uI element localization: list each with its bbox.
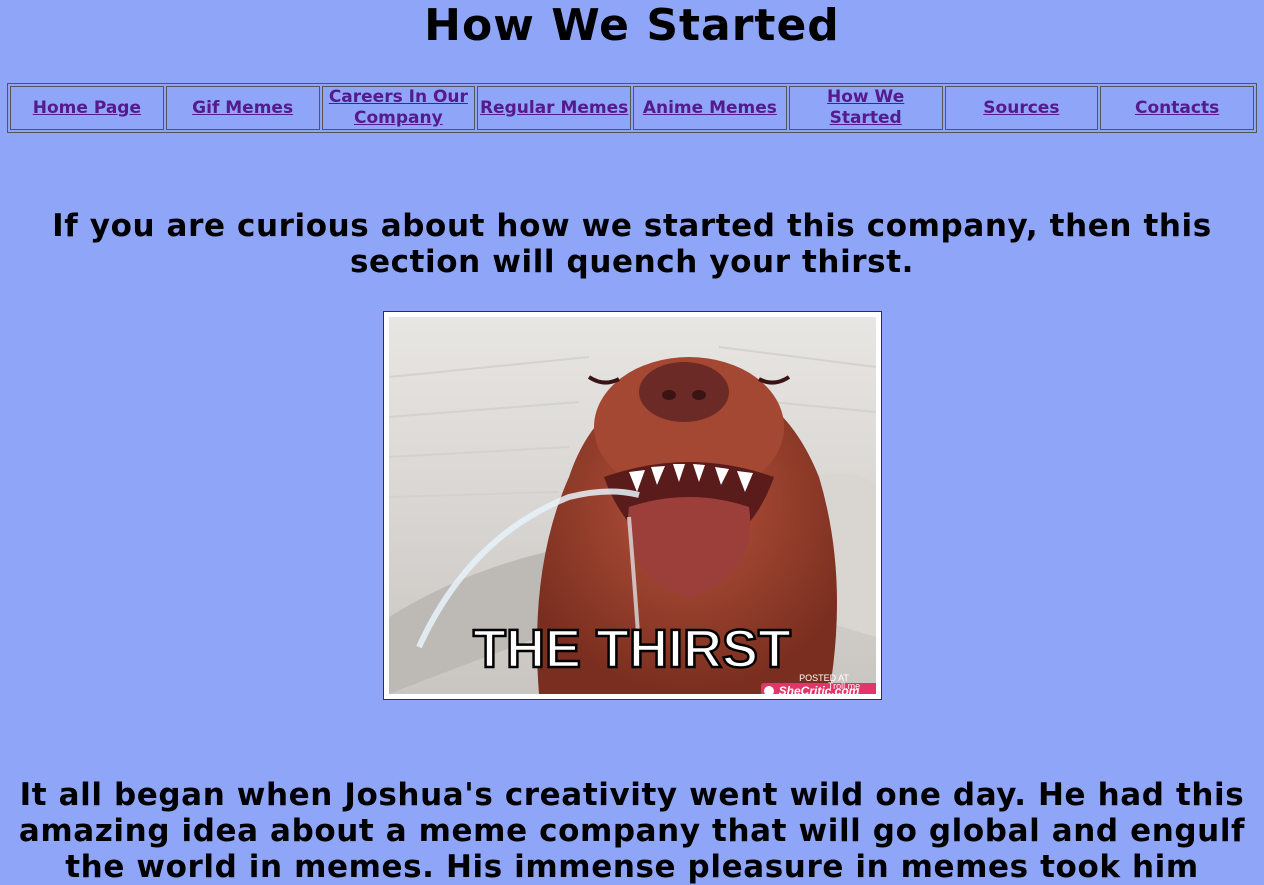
nav-link-gif-memes[interactable]: Gif Memes [192,98,293,118]
nav-link-home[interactable]: Home Page [33,98,141,118]
page-title: How We Started [424,0,840,51]
nav-cell-how-we-started: How We Started [788,86,943,130]
nav-link-careers[interactable]: Careers In Our Company [329,87,468,128]
nav-link-anime-memes[interactable]: Anime Memes [643,98,777,118]
meme-watermark-extra: Troll.me [828,681,860,691]
nav-cell-careers: Careers In Our Company [321,86,476,130]
nav-cell-contacts: Contacts [1100,86,1254,130]
nav-link-regular-memes[interactable]: Regular Memes [480,98,628,118]
nav-cell-anime-memes: Anime Memes [633,86,787,130]
nav-bar: Home Page Gif Memes Careers In Our Compa… [7,83,1257,133]
nav-cell-sources: Sources [944,86,1099,130]
nav-cell-regular-memes: Regular Memes [477,86,631,130]
nav-cell-gif-memes: Gif Memes [165,86,320,130]
story-text: It all began when Joshua's creativity we… [18,777,1246,885]
meme-caption: THE THIRST [473,619,791,679]
nav-link-how-we-started[interactable]: How We Started [827,87,904,128]
dog-drinking-illustration: THE THIRST POSTED AT SheCritic.com Troll… [389,317,876,694]
intro-text: If you are curious about how we started … [52,208,1212,280]
nav-link-sources[interactable]: Sources [983,98,1059,118]
nav-link-contacts[interactable]: Contacts [1135,98,1219,118]
nav-cell-home: Home Page [10,86,164,130]
thirst-meme-image: THE THIRST POSTED AT SheCritic.com Troll… [383,311,882,700]
